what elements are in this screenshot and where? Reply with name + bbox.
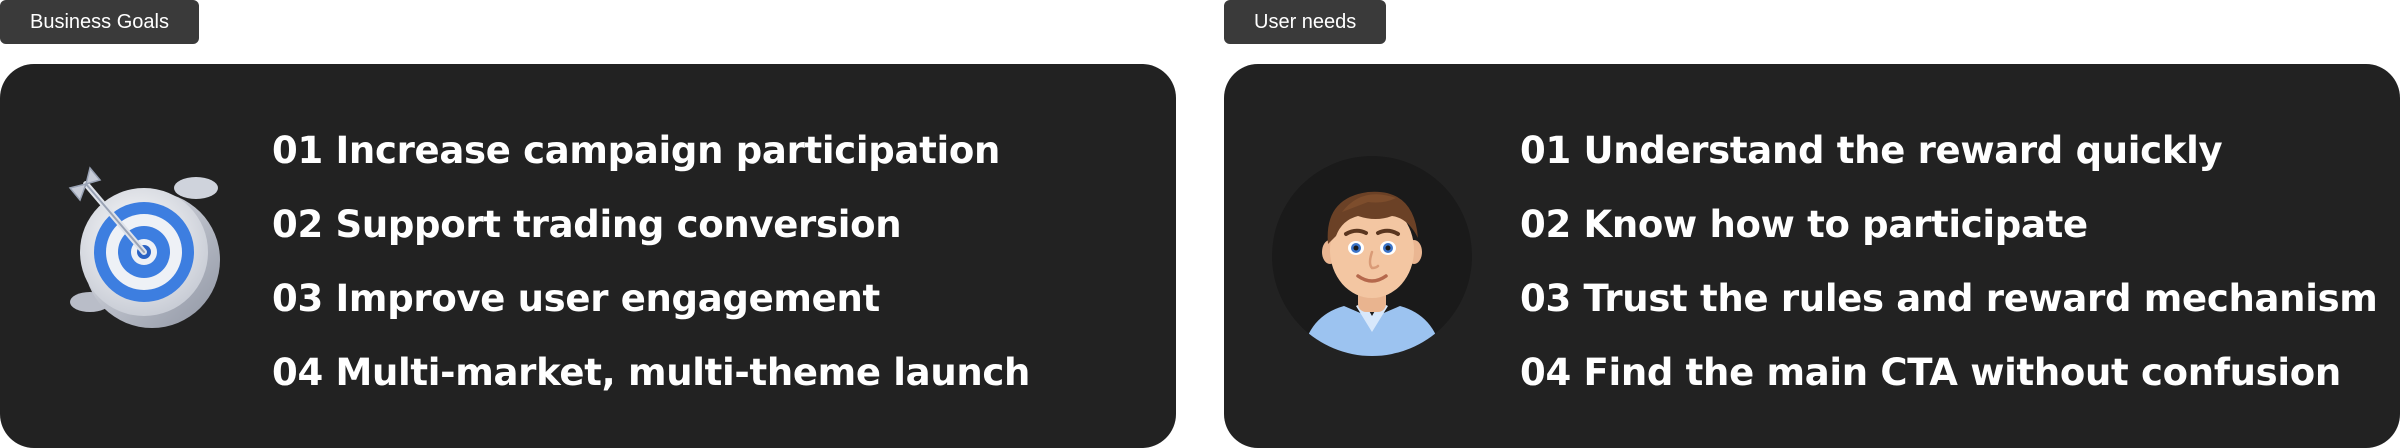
user-needs-panel: 01 Understand the reward quickly 02 Know… — [1224, 64, 2400, 448]
target-icon — [60, 166, 236, 342]
avatar-icon — [1272, 156, 1472, 356]
list-item: 04 Multi-market, multi-theme launch — [272, 351, 1031, 394]
list-item: 01 Understand the reward quickly — [1520, 129, 2223, 172]
business-goals-panel: 01 Increase campaign participation 02 Su… — [0, 64, 1176, 448]
user-needs-list: 01 Understand the reward quickly 02 Know… — [1520, 114, 2378, 410]
user-needs-tag: User needs — [1224, 0, 1387, 44]
list-item: 03 Improve user engagement — [272, 277, 880, 320]
list-item: 02 Know how to participate — [1520, 203, 2088, 246]
list-item: 04 Find the main CTA without confusion — [1520, 351, 2341, 394]
list-item: 02 Support trading conversion — [272, 203, 902, 246]
list-item: 03 Trust the rules and reward mechanism — [1520, 277, 2378, 320]
list-item: 01 Increase campaign participation — [272, 129, 1001, 172]
business-goals-list: 01 Increase campaign participation 02 Su… — [272, 114, 1030, 410]
business-goals-tag: Business Goals — [0, 0, 199, 44]
